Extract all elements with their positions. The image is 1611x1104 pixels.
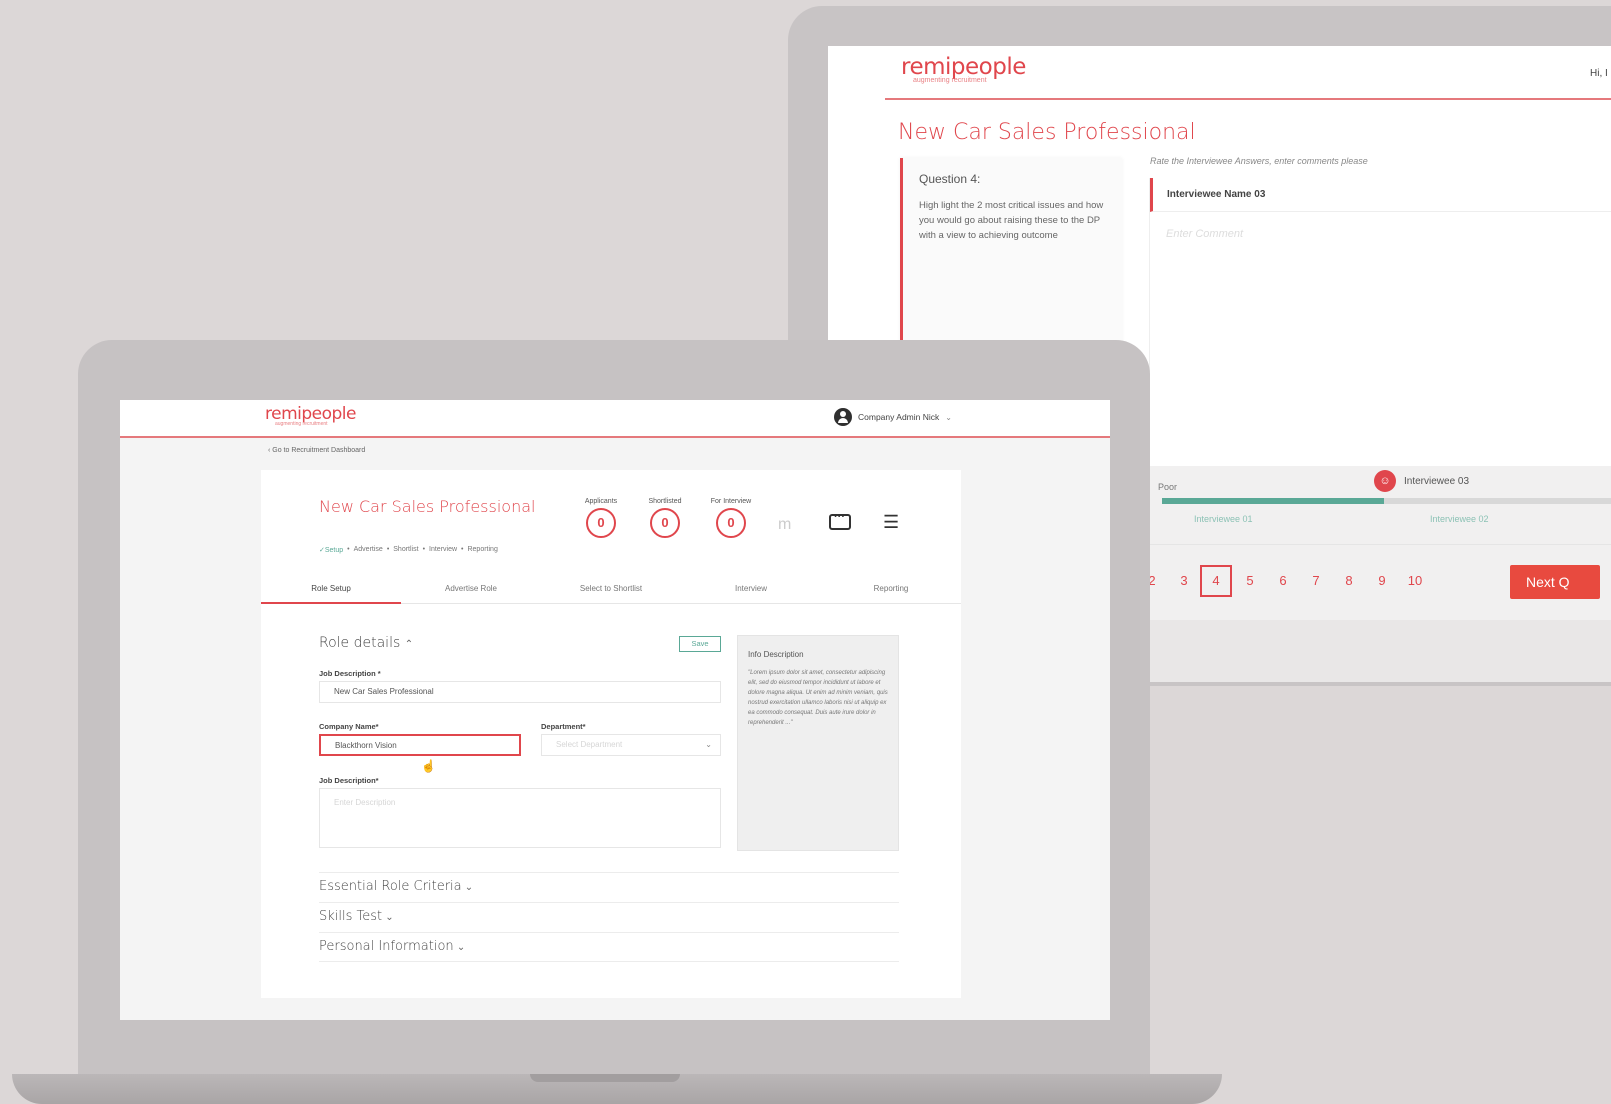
step-separator: •: [386, 546, 390, 553]
people-icon[interactable]: m: [778, 516, 791, 534]
rating-slider[interactable]: Poor ☺ Interviewee 03 Interviewee 01 Int…: [1128, 466, 1611, 544]
step-separator: •: [422, 546, 426, 553]
avatar-icon: [834, 408, 852, 426]
chevron-down-icon: ⌄: [382, 912, 394, 923]
page-link[interactable]: 3: [1172, 573, 1196, 588]
accordion-label-text: Essential Role Criteria: [319, 879, 462, 894]
top-bar: remipeople augmenting recruitment Compan…: [120, 400, 1110, 438]
hand-cursor-icon: ☝: [421, 759, 436, 773]
accordion-essential-role-criteria[interactable]: Essential Role Criteria ⌄: [319, 872, 899, 902]
front-laptop-screen: remipeople augmenting recruitment Compan…: [120, 400, 1110, 1020]
header-divider: [885, 98, 1611, 100]
tab-reporting[interactable]: Reporting: [821, 582, 961, 604]
step-interview: Interview: [429, 546, 458, 553]
rate-hint: Rate the Interviewee Answers, enter comm…: [1150, 156, 1368, 166]
tab-advertise-role[interactable]: Advertise Role: [401, 582, 541, 604]
accordion-label-text: Skills Test: [319, 909, 383, 924]
chat-icon[interactable]: [829, 511, 851, 530]
rating-tick-label: Interviewee 02: [1430, 514, 1489, 524]
stat-shortlisted[interactable]: Shortlisted 0: [635, 498, 695, 538]
question-label: Question 4:: [919, 172, 981, 186]
job-description-textarea[interactable]: Enter Description: [319, 788, 721, 848]
chevron-down-icon: ⌄: [461, 882, 474, 893]
department-placeholder: Select Department: [556, 740, 623, 749]
step-separator: •: [347, 546, 350, 553]
step-reporting: Reporting: [467, 546, 498, 553]
logo[interactable]: remipeople augmenting recruitment: [901, 54, 1026, 84]
question-text: High light the 2 most critical issues an…: [919, 200, 1104, 241]
user-menu[interactable]: Company Admin Nick ⌄: [834, 408, 952, 426]
department-label: Department*: [541, 722, 586, 731]
progress-steps: ✓Setup • Advertise • Shortlist • Interview •…: [319, 546, 498, 554]
page-title: New Car Sales Professional: [898, 120, 1196, 145]
tab-role-setup[interactable]: Role Setup: [261, 582, 401, 604]
page-link[interactable]: 8: [1337, 573, 1361, 588]
chevron-up-icon: ⌃: [404, 639, 414, 650]
pagination: 2 3 4 5 6 7 8 9 10 Next Q: [1128, 544, 1611, 620]
stat-value: 0: [716, 508, 746, 538]
location-pin-icon[interactable]: ☺: [1374, 470, 1396, 492]
menu-icon[interactable]: ☰: [883, 512, 899, 533]
accordion-label: Essential Role Criteria ⌄: [319, 879, 473, 894]
stat-label: Shortlisted: [648, 498, 682, 505]
page-link[interactable]: 6: [1271, 573, 1295, 588]
accordion-label: Personal Information ⌄: [319, 939, 465, 954]
company-name-label: Company Name*: [319, 722, 379, 731]
accordion-personal-information[interactable]: Personal Information ⌄: [319, 932, 899, 962]
tab-bar: Role Setup Advertise Role Select to Shor…: [261, 582, 961, 604]
job-description-label: Job Description *: [319, 669, 381, 678]
chevron-down-icon: ⌄: [945, 412, 952, 422]
chevron-down-icon: ⌄: [453, 942, 466, 953]
page-link[interactable]: 5: [1238, 573, 1262, 588]
save-button[interactable]: Save: [679, 636, 721, 652]
accordion-label-text: Personal Information: [319, 939, 454, 954]
stat-value: 0: [586, 508, 616, 538]
section-title: Role details: [319, 635, 401, 651]
rating-current-label: Interviewee 03: [1404, 476, 1470, 487]
page-link-current[interactable]: 4: [1200, 565, 1232, 597]
user-name: Company Admin Nick: [858, 412, 940, 422]
interviewee-panel: Interviewee Name 03 Enter Comment: [1149, 178, 1611, 468]
interviewee-row[interactable]: Interviewee Name 03: [1150, 178, 1611, 212]
rating-tick-label: Interviewee 01: [1194, 514, 1253, 524]
stat-label: Applicants: [584, 498, 618, 505]
back-to-dashboard-link[interactable]: ‹ Go to Recruitment Dashboard: [268, 447, 365, 454]
info-description-panel: Info Description "Lorem ipsum dolor sit …: [737, 635, 899, 851]
next-question-button[interactable]: Next Q: [1510, 565, 1600, 599]
info-text: "Lorem ipsum dolor sit amet, consectetur…: [748, 670, 888, 726]
back-link-label: Go to Recruitment Dashboard: [272, 447, 366, 454]
job-description-2-label: Job Description*: [319, 776, 379, 785]
step-advertise: Advertise: [353, 546, 383, 553]
page-link[interactable]: 7: [1304, 573, 1328, 588]
role-card: New Car Sales Professional ✓Setup • Adver…: [261, 470, 961, 998]
step-setup: ✓Setup: [319, 547, 344, 554]
stat-for-interview[interactable]: For Interview 0: [701, 498, 761, 538]
tab-select-to-shortlist[interactable]: Select to Shortlist: [541, 582, 681, 604]
stat-label: For Interview: [710, 498, 752, 505]
stat-applicants[interactable]: Applicants 0: [571, 498, 631, 538]
comment-field[interactable]: Enter Comment: [1166, 228, 1243, 240]
section-role-details[interactable]: Role details ⌃: [319, 635, 413, 651]
page-link[interactable]: 9: [1370, 573, 1394, 588]
company-name-input[interactable]: Blackthorn Vision: [319, 734, 521, 756]
stat-value: 0: [650, 508, 680, 538]
department-select[interactable]: Select Department ⌄: [541, 734, 721, 756]
user-greeting[interactable]: Hi, I: [1590, 68, 1608, 79]
accordion-label: Skills Test ⌄: [319, 909, 394, 924]
rating-track-fill: [1162, 498, 1384, 504]
accordion-skills-test[interactable]: Skills Test ⌄: [319, 902, 899, 932]
job-description-input[interactable]: New Car Sales Professional: [319, 681, 721, 703]
tab-interview[interactable]: Interview: [681, 582, 821, 604]
info-title: Info Description: [748, 650, 804, 659]
interviewee-name: Interviewee Name 03: [1167, 189, 1266, 200]
rating-low-label: Poor: [1158, 482, 1178, 492]
laptop-base-notch: [530, 1074, 680, 1082]
role-title: New Car Sales Professional: [319, 497, 536, 516]
page-link[interactable]: 10: [1403, 573, 1427, 588]
logo[interactable]: remipeople augmenting recruitment: [265, 404, 356, 427]
step-shortlist: Shortlist: [393, 546, 419, 553]
step-separator: •: [461, 546, 464, 553]
chevron-down-icon: ⌄: [705, 740, 712, 749]
